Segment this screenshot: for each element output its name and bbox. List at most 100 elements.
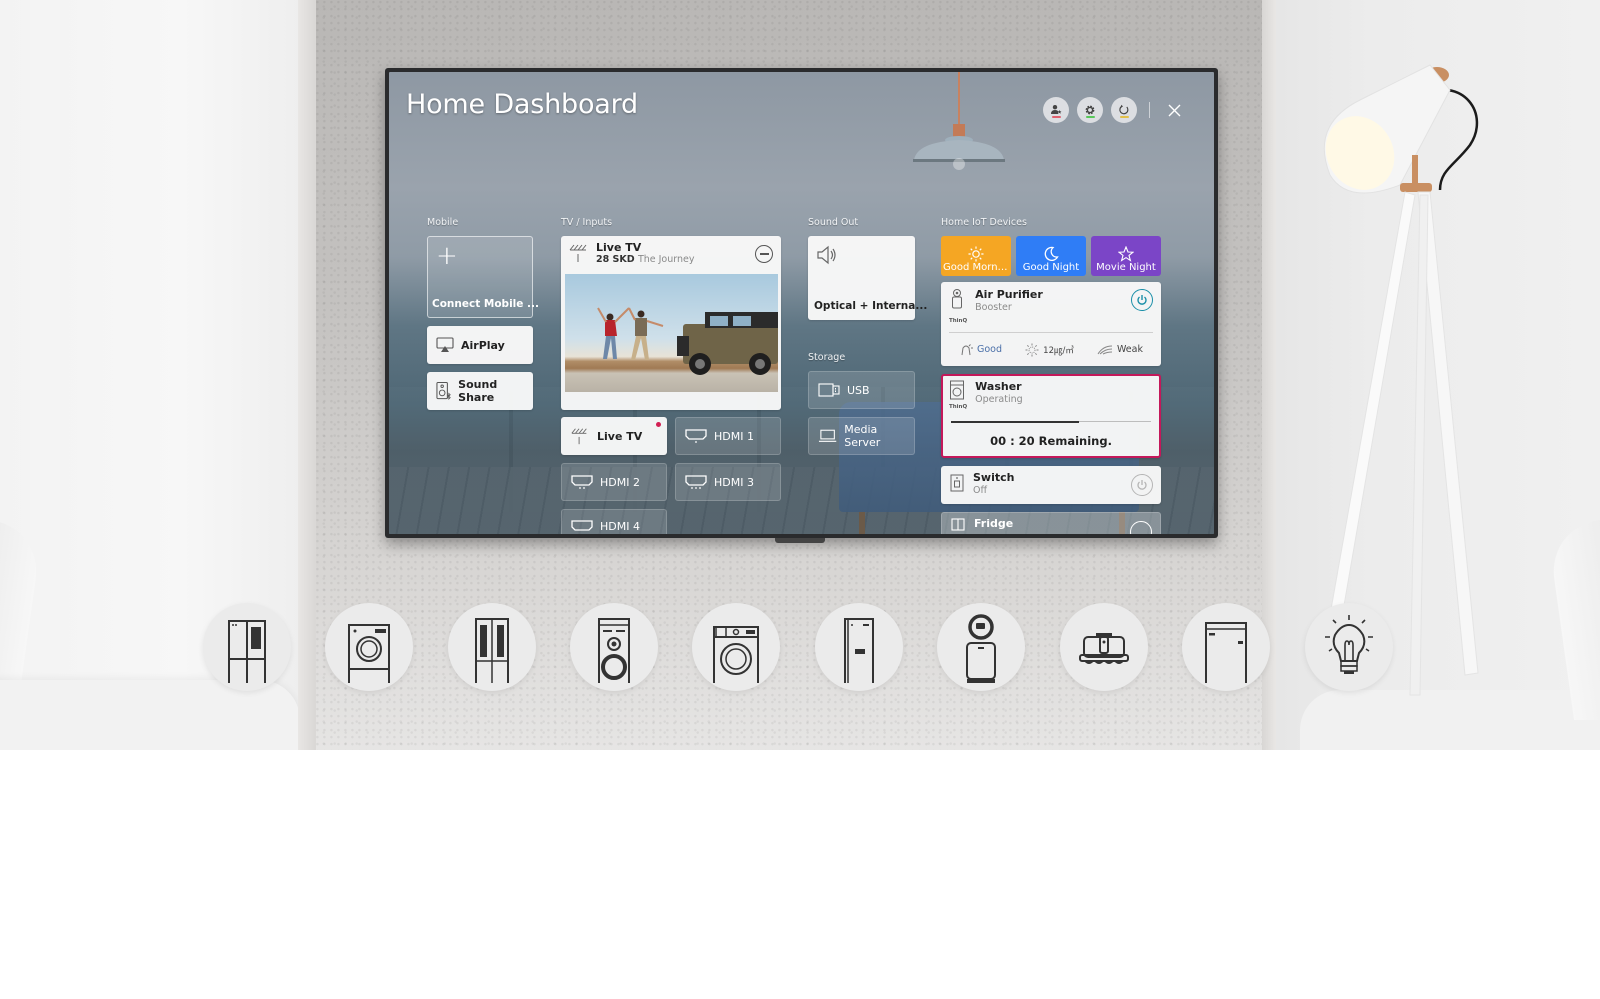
connect-mobile-label: Connect Mobile ... xyxy=(432,298,540,310)
input-hdmi-4-label: HDMI 4 xyxy=(600,520,640,533)
metric-wind-value: Weak xyxy=(1116,344,1143,355)
input-hdmi-2[interactable]: HDMI 2 xyxy=(561,463,667,501)
input-hdmi-4[interactable]: HDMI 4 xyxy=(561,509,667,534)
scene-movie-night[interactable]: Movie Night xyxy=(1091,236,1161,276)
thinq-badge: ThinQ xyxy=(949,404,968,410)
close-button[interactable] xyxy=(1164,100,1184,120)
close-icon xyxy=(1168,104,1180,116)
antenna-icon xyxy=(571,428,587,445)
switch-status: Off xyxy=(973,485,988,496)
now-playing-channel-line: 28 SKD The Journey xyxy=(596,254,695,266)
washer-dryer-icon xyxy=(348,624,390,683)
device-switch[interactable]: Switch Off xyxy=(941,466,1161,504)
appliance-refrigerator[interactable] xyxy=(203,603,291,691)
appliance-washer-dryer[interactable] xyxy=(325,603,413,691)
appliance-speaker[interactable] xyxy=(570,603,658,691)
scene-good-morning[interactable]: Good Morni... xyxy=(941,236,1011,276)
scene-good-morning-label: Good Morni... xyxy=(943,262,1009,273)
air-purifier-power-button[interactable] xyxy=(1131,289,1153,311)
now-playing-card[interactable]: Live TV 28 SKD The Journey xyxy=(561,236,781,410)
airplay-button[interactable]: AirPlay xyxy=(427,326,533,364)
refresh-icon xyxy=(1119,104,1129,115)
storage-usb[interactable]: USB xyxy=(808,371,915,409)
storage-media-server[interactable]: Media Server xyxy=(808,417,915,455)
washer-device-icon: ThinQ xyxy=(949,380,967,410)
device-washer[interactable]: ThinQ Washer Operating 00 : 20 Remaining… xyxy=(941,374,1161,458)
appliance-air-purifier[interactable] xyxy=(937,603,1025,691)
laptop-icon xyxy=(818,429,837,442)
appliance-light-bulb[interactable] xyxy=(1305,603,1393,691)
switch-header: Switch Off xyxy=(949,471,1014,497)
section-label-mobile: Mobile xyxy=(427,217,459,228)
air-quality-icon xyxy=(961,344,973,356)
appliance-dishwasher[interactable] xyxy=(1182,603,1270,691)
washer-remaining: 00 : 20 Remaining. xyxy=(990,434,1112,448)
input-hdmi-3[interactable]: HDMI 3 xyxy=(675,463,781,501)
appliance-tall-fridge[interactable] xyxy=(815,603,903,691)
switch-power-button[interactable] xyxy=(1131,474,1153,496)
device-air-purifier[interactable]: ThinQ Air Purifier Booster Good 12㎍/㎥ We… xyxy=(941,282,1161,366)
device-fridge[interactable]: Fridge xyxy=(941,512,1161,534)
light-bulb-icon xyxy=(1325,615,1373,674)
fridge-icon xyxy=(951,518,965,531)
sound-out-button[interactable]: Optical + Interna... xyxy=(808,236,927,320)
antenna-icon xyxy=(569,244,587,262)
connect-mobile-button[interactable]: + Connect Mobile ... xyxy=(427,236,539,318)
air-purifier-metrics: Good 12㎍/㎥ Weak xyxy=(949,332,1153,366)
input-hdmi-1[interactable]: HDMI 1 xyxy=(675,417,781,455)
scene-movie-night-label: Movie Night xyxy=(1096,262,1156,273)
account-button[interactable] xyxy=(1043,97,1069,123)
sun-icon xyxy=(968,246,984,262)
air-purifier-status: Booster xyxy=(975,302,1012,313)
sound-share-label: Sound Share xyxy=(458,378,498,404)
hdmi-icon xyxy=(685,475,707,489)
air-purifier-device-icon: ThinQ xyxy=(949,288,967,324)
refresh-button[interactable] xyxy=(1111,97,1137,123)
moon-icon xyxy=(1044,246,1059,261)
fridge-name: Fridge xyxy=(974,517,1014,530)
fridge-power-button[interactable] xyxy=(1130,521,1152,534)
wind-icon xyxy=(1097,345,1112,354)
input-live-tv[interactable]: Live TV xyxy=(561,417,667,455)
now-playing-header: Live TV 28 SKD The Journey xyxy=(568,242,695,266)
power-icon xyxy=(1137,295,1147,305)
refresh-indicator xyxy=(1120,116,1129,118)
scene-good-night[interactable]: Good Night xyxy=(1016,236,1086,276)
input-hdmi-3-label: HDMI 3 xyxy=(714,475,754,489)
top-actions xyxy=(1043,97,1184,123)
hdmi-icon xyxy=(685,429,707,443)
appliance-front-load-washer[interactable] xyxy=(692,603,780,691)
speaker-tower-icon xyxy=(598,618,630,683)
refrigerator-icon xyxy=(228,620,266,683)
thinq-badge: ThinQ xyxy=(949,318,968,324)
scene-good-night-label: Good Night xyxy=(1022,262,1080,273)
air-purifier-icon xyxy=(966,614,996,683)
metric-dust: 12㎍/㎥ xyxy=(1025,343,1074,357)
input-hdmi-2-label: HDMI 2 xyxy=(600,475,640,489)
preview-image xyxy=(597,307,778,375)
metric-dust-value: 12㎍/㎥ xyxy=(1043,345,1074,356)
remove-button[interactable] xyxy=(755,245,773,263)
dust-icon xyxy=(1025,343,1039,356)
pendant-lamp-illustration xyxy=(913,72,1005,170)
washer-name: Washer xyxy=(975,380,1022,393)
air-purifier-header: ThinQ Air Purifier Booster xyxy=(949,288,1043,324)
sound-share-button[interactable]: Sound Share xyxy=(427,372,533,410)
user-account-icon xyxy=(1051,105,1062,114)
live-tv-preview[interactable] xyxy=(565,274,778,392)
air-purifier-name: Air Purifier xyxy=(975,288,1043,301)
section-label-sound-out: Sound Out xyxy=(808,217,859,228)
settings-button[interactable] xyxy=(1077,97,1103,123)
input-hdmi-1-label: HDMI 1 xyxy=(714,429,754,443)
hdmi-icon xyxy=(571,520,593,531)
section-label-storage: Storage xyxy=(808,352,846,363)
now-playing-channel: 28 SKD xyxy=(596,254,635,265)
appliance-robot-vacuum[interactable] xyxy=(1060,603,1148,691)
plus-icon: + xyxy=(436,241,458,271)
appliance-wine-fridge[interactable] xyxy=(448,603,536,691)
airplay-label: AirPlay xyxy=(461,338,505,352)
hdmi-icon xyxy=(571,475,593,489)
section-label-iot: Home IoT Devices xyxy=(941,217,1027,228)
washer-progress-fill xyxy=(951,420,1079,423)
active-input-indicator xyxy=(656,422,661,427)
